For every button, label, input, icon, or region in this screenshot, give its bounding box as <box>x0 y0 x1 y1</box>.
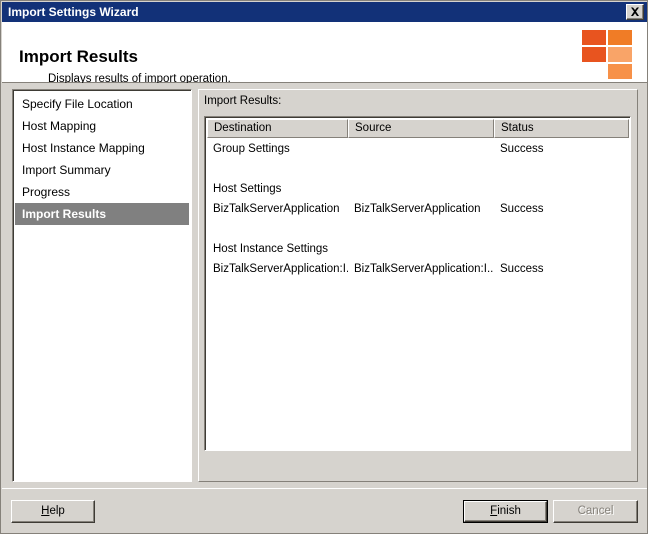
help-button[interactable]: Help <box>11 500 95 523</box>
finish-label-rest: inish <box>497 505 521 517</box>
sidebar-item-host-mapping[interactable]: Host Mapping <box>15 115 189 137</box>
cell-destination: BizTalkServerApplication <box>213 203 340 215</box>
close-button[interactable] <box>626 4 644 20</box>
help-label-rest: elp <box>49 505 65 517</box>
cell-destination: BizTalkServerApplication:I... <box>213 263 348 275</box>
column-header-destination[interactable]: Destination <box>207 119 348 138</box>
wizard-body: Specify File Location Host Mapping Host In… <box>2 83 647 488</box>
column-header-status[interactable]: Status <box>494 119 629 138</box>
finish-button[interactable]: Finish <box>463 500 548 523</box>
wizard-step-list: Specify File Location Host Mapping Host In… <box>12 89 192 482</box>
wizard-header: Import Results Displays results of impor… <box>2 22 647 85</box>
cell-source: BizTalkServerApplication <box>354 203 481 215</box>
table-row[interactable]: BizTalkServerApplication BizTalkServerApp… <box>207 199 628 219</box>
cell-destination: Group Settings <box>213 143 290 155</box>
table-row[interactable]: Host Settings <box>207 179 628 199</box>
cell-destination: Host Settings <box>213 183 282 195</box>
results-listview-header: Destination Source Status <box>207 119 629 138</box>
sidebar-item-progress[interactable]: Progress <box>15 181 189 203</box>
sidebar-item-import-results[interactable]: Import Results <box>15 203 189 225</box>
wizard-step-list-items: Specify File Location Host Mapping Host In… <box>15 93 189 225</box>
cancel-button[interactable]: Cancel <box>553 500 638 523</box>
import-settings-wizard-window: Import Settings Wizard Import Results Di… <box>0 0 648 534</box>
cell-status: Success <box>500 203 544 215</box>
cell-status: Success <box>500 143 544 155</box>
dialog-footer: Help Finish Cancel <box>2 488 647 533</box>
table-row[interactable]: Host Instance Settings <box>207 239 628 259</box>
table-row[interactable] <box>207 159 628 179</box>
results-panel: Import Results: Destination Source Statu… <box>198 89 638 482</box>
close-icon <box>631 7 639 16</box>
column-header-source[interactable]: Source <box>348 119 494 138</box>
sidebar-item-specify-file-location[interactable]: Specify File Location <box>15 93 189 115</box>
cell-source: BizTalkServerApplication:I... <box>354 263 494 275</box>
window-title: Import Settings Wizard <box>8 5 139 19</box>
table-row[interactable]: BizTalkServerApplication:I... BizTalkServ… <box>207 259 628 279</box>
sidebar-item-host-instance-mapping[interactable]: Host Instance Mapping <box>15 137 189 159</box>
finish-button-label: Finish <box>464 501 547 522</box>
table-row[interactable] <box>207 219 628 239</box>
table-row[interactable]: Group Settings Success <box>207 139 628 159</box>
page-title: Import Results <box>19 47 139 66</box>
results-listview-rows: Group Settings Success Host Settings BizTal… <box>207 139 628 279</box>
results-listview[interactable]: Destination Source Status Group Settings… <box>204 116 631 451</box>
title-bar: Import Settings Wizard <box>2 2 647 22</box>
cell-destination: Host Instance Settings <box>213 243 329 255</box>
cell-status: Success <box>500 263 544 275</box>
biztalk-logo-icon <box>582 30 634 79</box>
help-button-label: Help <box>41 505 65 517</box>
results-label: Import Results: <box>204 95 282 107</box>
sidebar-item-import-summary[interactable]: Import Summary <box>15 159 189 181</box>
